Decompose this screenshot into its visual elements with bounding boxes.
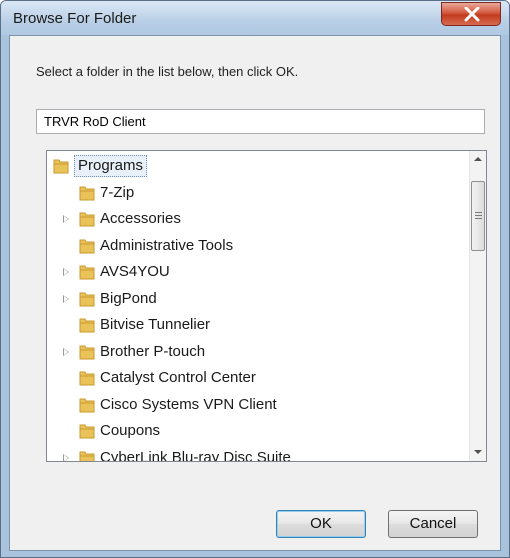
tree-item[interactable]: Accessories <box>47 207 467 231</box>
tree-item[interactable]: BigPond <box>47 287 467 311</box>
folder-icon <box>79 186 95 200</box>
folder-name-field[interactable]: TRVR RoD Client <box>36 109 485 134</box>
thumb-grip-line <box>475 212 482 213</box>
tree-item-label: BigPond <box>100 289 157 307</box>
window-title: Browse For Folder <box>13 10 137 27</box>
close-icon <box>464 7 480 22</box>
folder-icon <box>79 424 95 439</box>
tree-item-label: 7-Zip <box>100 183 135 201</box>
close-button[interactable] <box>441 2 501 26</box>
tree-item-label: Cisco Systems VPN Client <box>100 395 277 413</box>
folder-icon <box>79 318 95 333</box>
folder-tree[interactable]: Programs 7-Zip Accessories Administrative T… <box>46 150 487 462</box>
folder-icon <box>53 159 69 174</box>
tree-root-item[interactable]: Programs <box>47 154 467 178</box>
thumb-grip-line <box>475 218 482 219</box>
vertical-scrollbar[interactable] <box>469 151 486 461</box>
tree-item-label: CyberLink Blu-ray Disc Suite <box>100 448 291 462</box>
tree-item-label: AVS4YOU <box>100 263 170 280</box>
title-bar[interactable]: Browse For Folder <box>1 1 509 35</box>
tree-item-label: Administrative Tools <box>100 236 234 254</box>
tree-item[interactable]: Bitvise Tunnelier <box>47 313 467 337</box>
tree-item[interactable]: CyberLink Blu-ray Disc Suite <box>47 446 467 462</box>
cancel-button[interactable]: Cancel <box>388 510 478 538</box>
thumb-grip-line <box>475 215 482 216</box>
scroll-up-button[interactable] <box>470 151 486 168</box>
tree-item-label: Brother P-touch <box>100 342 206 360</box>
folder-icon <box>79 371 95 386</box>
tree-item-label: Accessories <box>100 210 181 227</box>
folder-icon <box>79 292 95 306</box>
tree-item[interactable]: 7-Zip <box>47 181 467 205</box>
folder-icon <box>79 265 95 280</box>
expand-arrow-icon[interactable] <box>63 215 69 223</box>
instruction-text: Select a folder in the list below, then … <box>36 64 299 79</box>
expand-arrow-icon[interactable] <box>63 347 69 356</box>
tree-item-label: Bitvise Tunnelier <box>100 316 211 333</box>
folder-icon <box>79 239 95 253</box>
tree-item-label: Coupons <box>100 422 161 439</box>
tree-item[interactable]: Catalyst Control Center <box>47 366 467 390</box>
tree-root-label: Programs <box>74 155 148 177</box>
dialog-body: Select a folder in the list below, then … <box>9 35 501 551</box>
tree-item[interactable]: Cisco Systems VPN Client <box>47 393 467 417</box>
expand-arrow-icon[interactable] <box>63 453 69 461</box>
scroll-thumb[interactable] <box>471 181 485 251</box>
tree-item-label: Catalyst Control Center <box>100 369 256 386</box>
browse-for-folder-dialog: Browse For Folder Select a folder in the… <box>0 0 510 558</box>
expand-arrow-icon[interactable] <box>63 268 69 276</box>
tree-item[interactable]: AVS4YOU <box>47 260 467 284</box>
folder-icon <box>79 451 95 461</box>
tree-item[interactable]: Coupons <box>47 419 467 443</box>
folder-icon <box>79 345 95 359</box>
expand-arrow-icon[interactable] <box>63 294 69 303</box>
tree-item[interactable]: Brother P-touch <box>47 340 467 364</box>
folder-icon <box>79 212 95 227</box>
tree-item[interactable]: Administrative Tools <box>47 234 467 258</box>
scroll-down-button[interactable] <box>470 444 486 461</box>
folder-icon <box>79 398 95 412</box>
ok-button[interactable]: OK <box>276 510 366 538</box>
